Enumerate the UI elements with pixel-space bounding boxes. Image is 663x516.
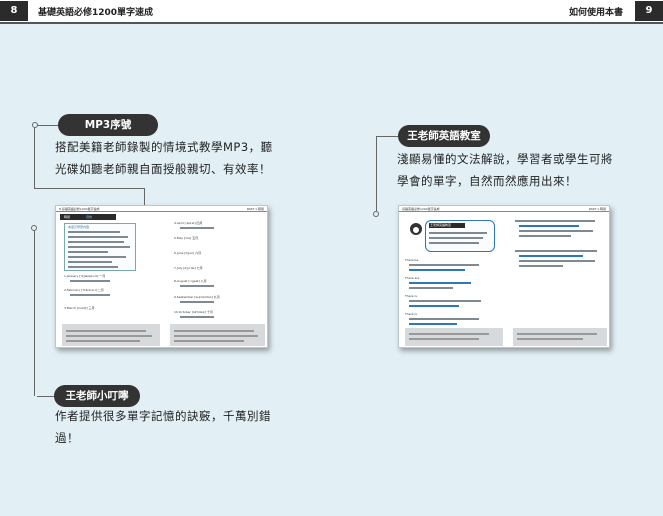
teacher-class-callout-label: 王老師英語教室 — [398, 125, 490, 147]
right-page-thumbnail: 基礎英語必修1200單字速成 PART 1 時間 王老師英語教室 There b… — [398, 205, 610, 348]
left-thumb-month-5: 5.May [me] 五月 — [174, 236, 199, 240]
right-thumb-item-1: There be — [405, 258, 419, 262]
left-thumb-header-right: PART 1 時間 — [246, 207, 264, 211]
mp3-leader-bottom — [34, 188, 144, 189]
mp3-callout-label: MP3序號 — [58, 114, 158, 136]
left-thumb-month-2: 2.February [ˈfɛbrʊˌɛrɪ] 二月 — [64, 288, 104, 292]
left-thumb-month-6: 6.June [dʒun] 六月 — [174, 251, 202, 255]
left-thumb-intro: 本單元學習內容 — [68, 225, 90, 229]
right-page-number: 9 — [635, 1, 663, 21]
mp3-leader-dot — [32, 122, 38, 128]
left-thumb-month-7: 7.July [dʒuˈlaɪ] 七月 — [174, 266, 203, 270]
left-thumb-header-left: 8 基礎英語必修1200單字速成 — [59, 207, 100, 211]
right-thumb-tip-box-1 — [405, 328, 503, 346]
right-running-title: 如何使用本書 — [568, 8, 623, 18]
right-thumb-item-3: There is — [405, 294, 417, 298]
mp3-description-line-1: 搭配美籍老師錄製的情境式教學MP3，聽 — [55, 140, 273, 154]
left-thumb-section-sub: 月份 — [86, 215, 93, 219]
right-thumb-header-right: PART 1 時間 — [588, 207, 606, 211]
left-thumb-month-10: 10.October [ɑkˈtobɚ] 十月 — [174, 310, 213, 314]
mp3-leader-line — [37, 125, 58, 126]
teacher-class-description-line-2: 學會的單字，自然而然應用出來！ — [397, 174, 577, 188]
right-thumb-bubble-label: 王老師英語教室 — [430, 223, 452, 227]
left-running-title: 基礎英語必修1200單字速成 — [38, 8, 154, 18]
teacher-class-description-line-1: 淺顯易懂的文法解說，學習者或學生可將 — [397, 152, 613, 166]
tips-leader-vertical — [34, 228, 35, 396]
left-thumb-month-8: 8.August [ˈɔgəst] 八月 — [174, 279, 207, 283]
right-thumb-item-2: There are — [405, 276, 420, 280]
mp3-description-line-2: 光碟如聽老師親自面授般親切、有效率！ — [55, 162, 271, 176]
teacher-class-leader-vertical — [376, 136, 377, 211]
left-page-number: 8 — [0, 1, 28, 21]
right-thumb-header-left: 基礎英語必修1200單字速成 — [402, 207, 440, 211]
left-thumb-month-9: 9.September [sɛpˈtɛmbɚ] 九月 — [174, 295, 220, 299]
left-thumb-month-1: 1.January [ˈdʒænjʊˌɛrɪ] 一月 — [64, 274, 106, 278]
tips-leader-line — [37, 396, 54, 397]
left-thumb-section-label: 時間 — [64, 215, 71, 219]
tips-callout-label: 王老師小叮嚀 — [54, 385, 140, 407]
tips-description-line-1: 作者提供很多單字記憶的訣竅，千萬別錯 — [55, 409, 271, 423]
right-thumb-tip-box-2 — [513, 328, 607, 346]
teacher-class-leader-line — [376, 136, 398, 137]
tips-leader-dot — [31, 225, 37, 231]
left-thumb-month-4: 4.April [ˈeprəl] 四月 — [174, 221, 203, 225]
mp3-leader-vertical — [34, 128, 35, 188]
tips-description-line-2: 過！ — [55, 431, 79, 445]
left-page-thumbnail: 8 基礎英語必修1200單字速成 PART 1 時間 時間 月份 本單元學習內容… — [55, 205, 268, 348]
right-thumb-item-4: There is — [405, 312, 417, 316]
header-divider — [0, 22, 663, 24]
mp3-leader-drop — [144, 188, 145, 206]
teacher-class-leader-dot — [373, 211, 379, 217]
left-thumb-month-3: 3.March [mɑrtʃ] 三月 — [64, 306, 95, 310]
